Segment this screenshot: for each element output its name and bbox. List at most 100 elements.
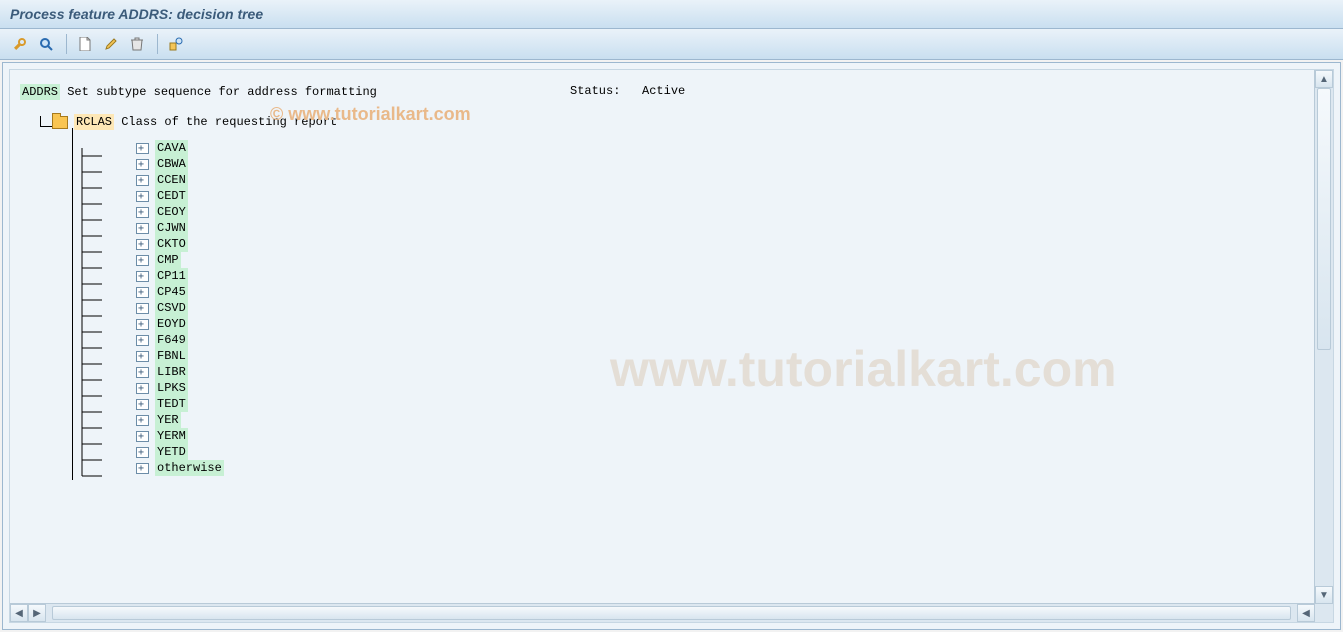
hscroll-track[interactable] — [52, 604, 1291, 622]
root-desc: Set subtype sequence for address formatt… — [67, 84, 377, 100]
wrench-icon — [13, 37, 27, 51]
leaf-label: CMP — [155, 252, 181, 268]
new-button[interactable] — [73, 32, 97, 56]
scroll-up-icon[interactable]: ▲ — [1315, 70, 1333, 88]
tree-leaf[interactable]: CP11 — [98, 268, 1305, 284]
expand-icon[interactable] — [136, 159, 149, 170]
expand-icon[interactable] — [136, 399, 149, 410]
leaf-label: CSVD — [155, 300, 188, 316]
tree-leaf[interactable]: CJWN — [98, 220, 1305, 236]
expand-icon[interactable] — [136, 431, 149, 442]
leaf-label: YER — [155, 412, 181, 428]
expand-icon[interactable] — [136, 207, 149, 218]
leaf-label: LPKS — [155, 380, 188, 396]
leaf-label: FBNL — [155, 348, 188, 364]
tree-leaf[interactable]: LPKS — [98, 380, 1305, 396]
expand-icon[interactable] — [136, 383, 149, 394]
expand-icon[interactable] — [136, 319, 149, 330]
tree-leaf[interactable]: YETD — [98, 444, 1305, 460]
tree-vline — [72, 128, 73, 480]
tree-leaf[interactable]: CAVA — [98, 140, 1305, 156]
tree-area: ADDRS Set subtype sequence for address f… — [10, 70, 1315, 604]
expand-icon[interactable] — [136, 367, 149, 378]
branch-space — [114, 114, 121, 130]
leaf-label: otherwise — [155, 460, 224, 476]
leaf-label: CEOY — [155, 204, 188, 220]
tree-leaf[interactable]: CSVD — [98, 300, 1305, 316]
leaf-label: LIBR — [155, 364, 188, 380]
leaf-label: TEDT — [155, 396, 188, 412]
hscroll-thumb[interactable] — [52, 606, 1291, 620]
leaf-label: CJWN — [155, 220, 188, 236]
vscroll-thumb[interactable] — [1317, 88, 1331, 350]
scroll-down-icon[interactable]: ▼ — [1315, 586, 1333, 604]
tree-leaf[interactable]: CCEN — [98, 172, 1305, 188]
tree-leaf[interactable]: CBWA — [98, 156, 1305, 172]
expand-icon[interactable] — [136, 351, 149, 362]
leaf-label: F649 — [155, 332, 188, 348]
branch-code: RCLAS — [74, 114, 114, 130]
expand-icon[interactable] — [136, 335, 149, 346]
scroll-right-inner-icon[interactable]: ▶ — [28, 604, 46, 622]
leaf-label: CP11 — [155, 268, 188, 284]
tree-leaf[interactable]: EOYD — [98, 316, 1305, 332]
expand-icon[interactable] — [136, 271, 149, 282]
scroll-left-icon[interactable]: ◀ — [10, 604, 28, 622]
expand-icon[interactable] — [136, 415, 149, 426]
leaf-label: CP45 — [155, 284, 188, 300]
tree-leaf[interactable]: otherwise — [98, 460, 1305, 476]
scroll-left-inner-icon[interactable]: ◀ — [1297, 604, 1315, 622]
trash-icon — [131, 37, 143, 51]
expand-icon[interactable] — [136, 239, 149, 250]
content-area: © www.tutorialkart.com www.tutorialkart.… — [2, 62, 1341, 630]
horizontal-scrollbar[interactable]: ◀ ▶ ◀ ▶ — [10, 603, 1333, 622]
expand-icon[interactable] — [136, 255, 149, 266]
leaf-label: CKTO — [155, 236, 188, 252]
status-space — [628, 84, 635, 98]
expand-icon[interactable] — [136, 223, 149, 234]
detail-button[interactable] — [164, 32, 188, 56]
tree-leaf[interactable]: CEOY — [98, 204, 1305, 220]
tree-branch-rclas[interactable]: RCLAS Class of the requesting report — [52, 114, 1305, 130]
title-bar: Process feature ADDRS: decision tree — [0, 0, 1343, 29]
tree-leaf[interactable]: F649 — [98, 332, 1305, 348]
expand-icon[interactable] — [136, 447, 149, 458]
tree-leaf[interactable]: LIBR — [98, 364, 1305, 380]
vertical-scrollbar[interactable]: ▲ ▼ — [1314, 70, 1333, 604]
tree-leaf[interactable]: CKTO — [98, 236, 1305, 252]
leaf-label: YETD — [155, 444, 188, 460]
expand-icon[interactable] — [136, 175, 149, 186]
status-value: Active — [642, 84, 685, 98]
expand-icon[interactable] — [136, 287, 149, 298]
magnifier-icon — [39, 37, 53, 51]
leaf-label: EOYD — [155, 316, 188, 332]
delete-button[interactable] — [125, 32, 149, 56]
leaf-label: CEDT — [155, 188, 188, 204]
tree-leaf[interactable]: FBNL — [98, 348, 1305, 364]
expand-icon[interactable] — [136, 303, 149, 314]
edit-button[interactable] — [99, 32, 123, 56]
tree-leaf[interactable]: YERM — [98, 428, 1305, 444]
tools-button[interactable] — [8, 32, 32, 56]
tree-leaf[interactable]: CMP — [98, 252, 1305, 268]
expand-icon[interactable] — [136, 191, 149, 202]
toolbar-separator — [157, 34, 158, 54]
tree-leaf[interactable]: CP45 — [98, 284, 1305, 300]
leaf-label: CBWA — [155, 156, 188, 172]
expand-icon[interactable] — [136, 143, 149, 154]
status-label: Status: — [570, 84, 620, 98]
toolbar — [0, 29, 1343, 60]
vscroll-track[interactable] — [1315, 88, 1333, 586]
leaf-label: YERM — [155, 428, 188, 444]
tree-leaf[interactable]: TEDT — [98, 396, 1305, 412]
leaf-label: CCEN — [155, 172, 188, 188]
inspect-button[interactable] — [34, 32, 58, 56]
toolbar-separator — [66, 34, 67, 54]
folder-open-icon — [52, 116, 68, 129]
root-code: ADDRS — [20, 84, 60, 100]
tree-leaf[interactable]: YER — [98, 412, 1305, 428]
expand-icon[interactable] — [136, 463, 149, 474]
tree-leaves: CAVACBWACCENCEDTCEOYCJWNCKTOCMPCP11CP45C… — [20, 140, 1305, 476]
status-block: Status: Active — [570, 84, 685, 98]
tree-leaf[interactable]: CEDT — [98, 188, 1305, 204]
